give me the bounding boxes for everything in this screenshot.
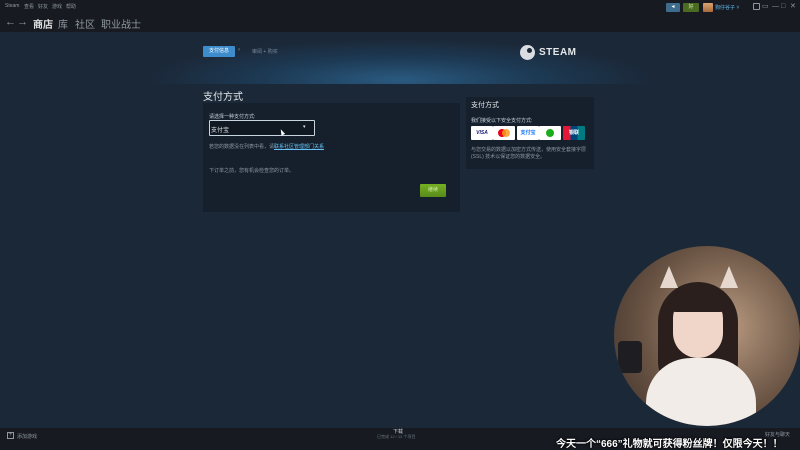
- streamer-bangs: [670, 290, 726, 312]
- avatar[interactable]: [703, 3, 713, 12]
- menu-view[interactable]: 查看: [24, 3, 34, 10]
- minimize-icon[interactable]: —: [772, 2, 779, 11]
- menu-games[interactable]: 游戏: [52, 3, 62, 10]
- streamer-body: [646, 358, 756, 426]
- visa-icon: VISA: [471, 126, 493, 140]
- steam-logo-icon: [520, 45, 535, 60]
- security-note: 与您交易的数据以加密方式传送，使用安全套接字层 (SSL) 技术以保证您的数据安…: [471, 147, 587, 160]
- side-panel-title: 支付方式: [471, 102, 499, 109]
- nav-store[interactable]: 商店: [33, 16, 53, 31]
- unionpay-icon: 银联: [563, 126, 585, 140]
- friends-badge-button[interactable]: 好: [683, 3, 699, 12]
- title-bar: [0, 0, 800, 14]
- menu-help[interactable]: 帮助: [66, 3, 76, 10]
- menu-steam[interactable]: Steam: [5, 3, 19, 9]
- nav-community[interactable]: 社区: [75, 16, 95, 31]
- back-arrow-icon[interactable]: ←: [5, 16, 16, 28]
- continue-button[interactable]: 继续: [420, 184, 446, 197]
- broadcast-icon[interactable]: ◂: [666, 3, 680, 12]
- nav-library[interactable]: 库: [58, 16, 68, 31]
- steam-wordmark: STEAM: [539, 47, 577, 58]
- step-arrow-icon: ›: [238, 47, 240, 53]
- maximize-icon[interactable]: □: [781, 2, 785, 11]
- forward-arrow-icon[interactable]: →: [17, 16, 28, 28]
- alipay-icon: 支付宝: [517, 126, 539, 140]
- review-note: 下订单之前，您有机会检查您的订单。: [209, 168, 295, 174]
- notification-icon[interactable]: [753, 3, 760, 10]
- downloads-status: 已完成 12 / 12 个项目: [377, 434, 416, 439]
- microphone-icon: [618, 341, 642, 373]
- page-title: 支付方式: [203, 92, 243, 103]
- webcam-overlay: [614, 246, 800, 426]
- wechat-pay-icon: [539, 126, 561, 140]
- support-link[interactable]: 联系社区管理部门关系: [274, 144, 324, 150]
- step-payment-info: 支付信息: [203, 46, 235, 57]
- step-review-purchase: 审阅 + 购买: [252, 49, 278, 55]
- help-text: 若您的数据没在列表中看，请联系社区管理部门关系: [209, 144, 325, 150]
- checkout-header: [0, 32, 800, 84]
- menu-friends[interactable]: 好友: [38, 3, 48, 10]
- add-game-button[interactable]: 添加游戏: [17, 433, 37, 440]
- cat-ear-right: [720, 266, 738, 288]
- add-game-icon[interactable]: +: [7, 432, 14, 439]
- stream-ticker: 今天一个“666”礼物就可获得粉丝牌！仅限今天！！: [556, 439, 783, 450]
- close-icon[interactable]: ✕: [790, 2, 796, 11]
- cat-ear-left: [660, 266, 678, 288]
- chevron-down-icon[interactable]: ▾: [303, 124, 306, 130]
- username-menu[interactable]: 狗仔谷子 ˅: [715, 4, 739, 11]
- mastercard-icon: [493, 126, 515, 140]
- nav-profile[interactable]: 职业战士: [101, 16, 141, 31]
- payment-select-label: 请选择一种支付方式:: [209, 114, 256, 120]
- minimize-to-tray-icon[interactable]: ▭: [762, 2, 769, 11]
- side-panel-subtitle: 我们接受以下安全支付方式:: [471, 118, 533, 124]
- payment-method-value[interactable]: 支付宝: [211, 125, 229, 134]
